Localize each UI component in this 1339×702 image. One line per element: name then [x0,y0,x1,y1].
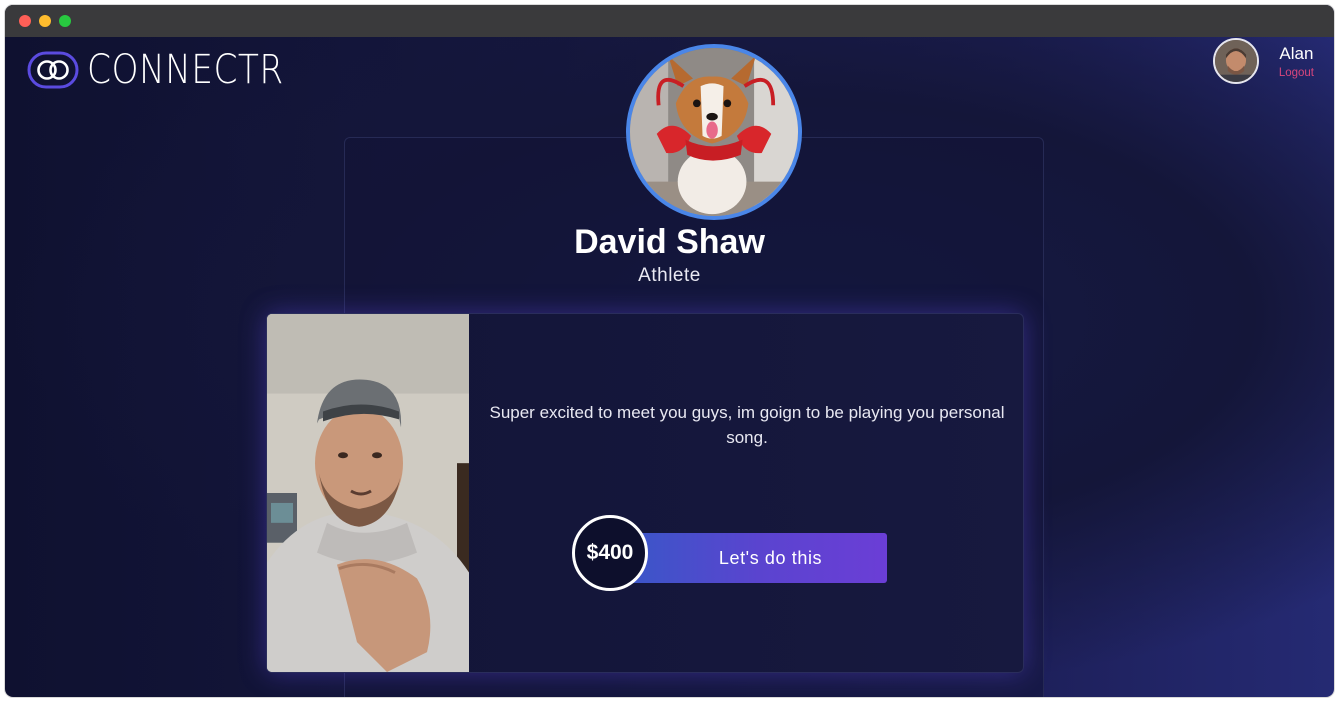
app-logo[interactable]: CONNECTR [27,47,316,93]
maximize-window-button[interactable] [59,15,71,27]
window-titlebar [5,5,1334,37]
user-info: Alan Logout [1279,44,1314,79]
minimize-window-button[interactable] [39,15,51,27]
browser-window: CONNECTR Alan Logout David Shaw Athlete … [5,5,1334,697]
app-name: CONNECTR [87,47,284,93]
user-avatar[interactable] [1212,38,1259,84]
user-menu: Alan Logout [1212,38,1314,84]
booking-cta: Let's do this $400 [572,515,887,591]
offer-panel: Super excited to meet you guys, im goign… [266,313,1024,673]
price-badge: $400 [572,515,648,591]
close-window-button[interactable] [19,15,31,27]
intro-video[interactable] [267,314,469,672]
logout-link[interactable]: Logout [1279,67,1314,79]
user-name: Alan [1279,43,1314,63]
offer-message: Super excited to meet you guys, im goign… [489,403,1005,447]
profile-name: David Shaw [574,223,765,261]
book-button[interactable]: Let's do this [630,533,887,583]
profile-photo [626,44,802,220]
profile-role: Athlete [638,265,701,286]
interlocking-rings-icon [27,50,79,90]
